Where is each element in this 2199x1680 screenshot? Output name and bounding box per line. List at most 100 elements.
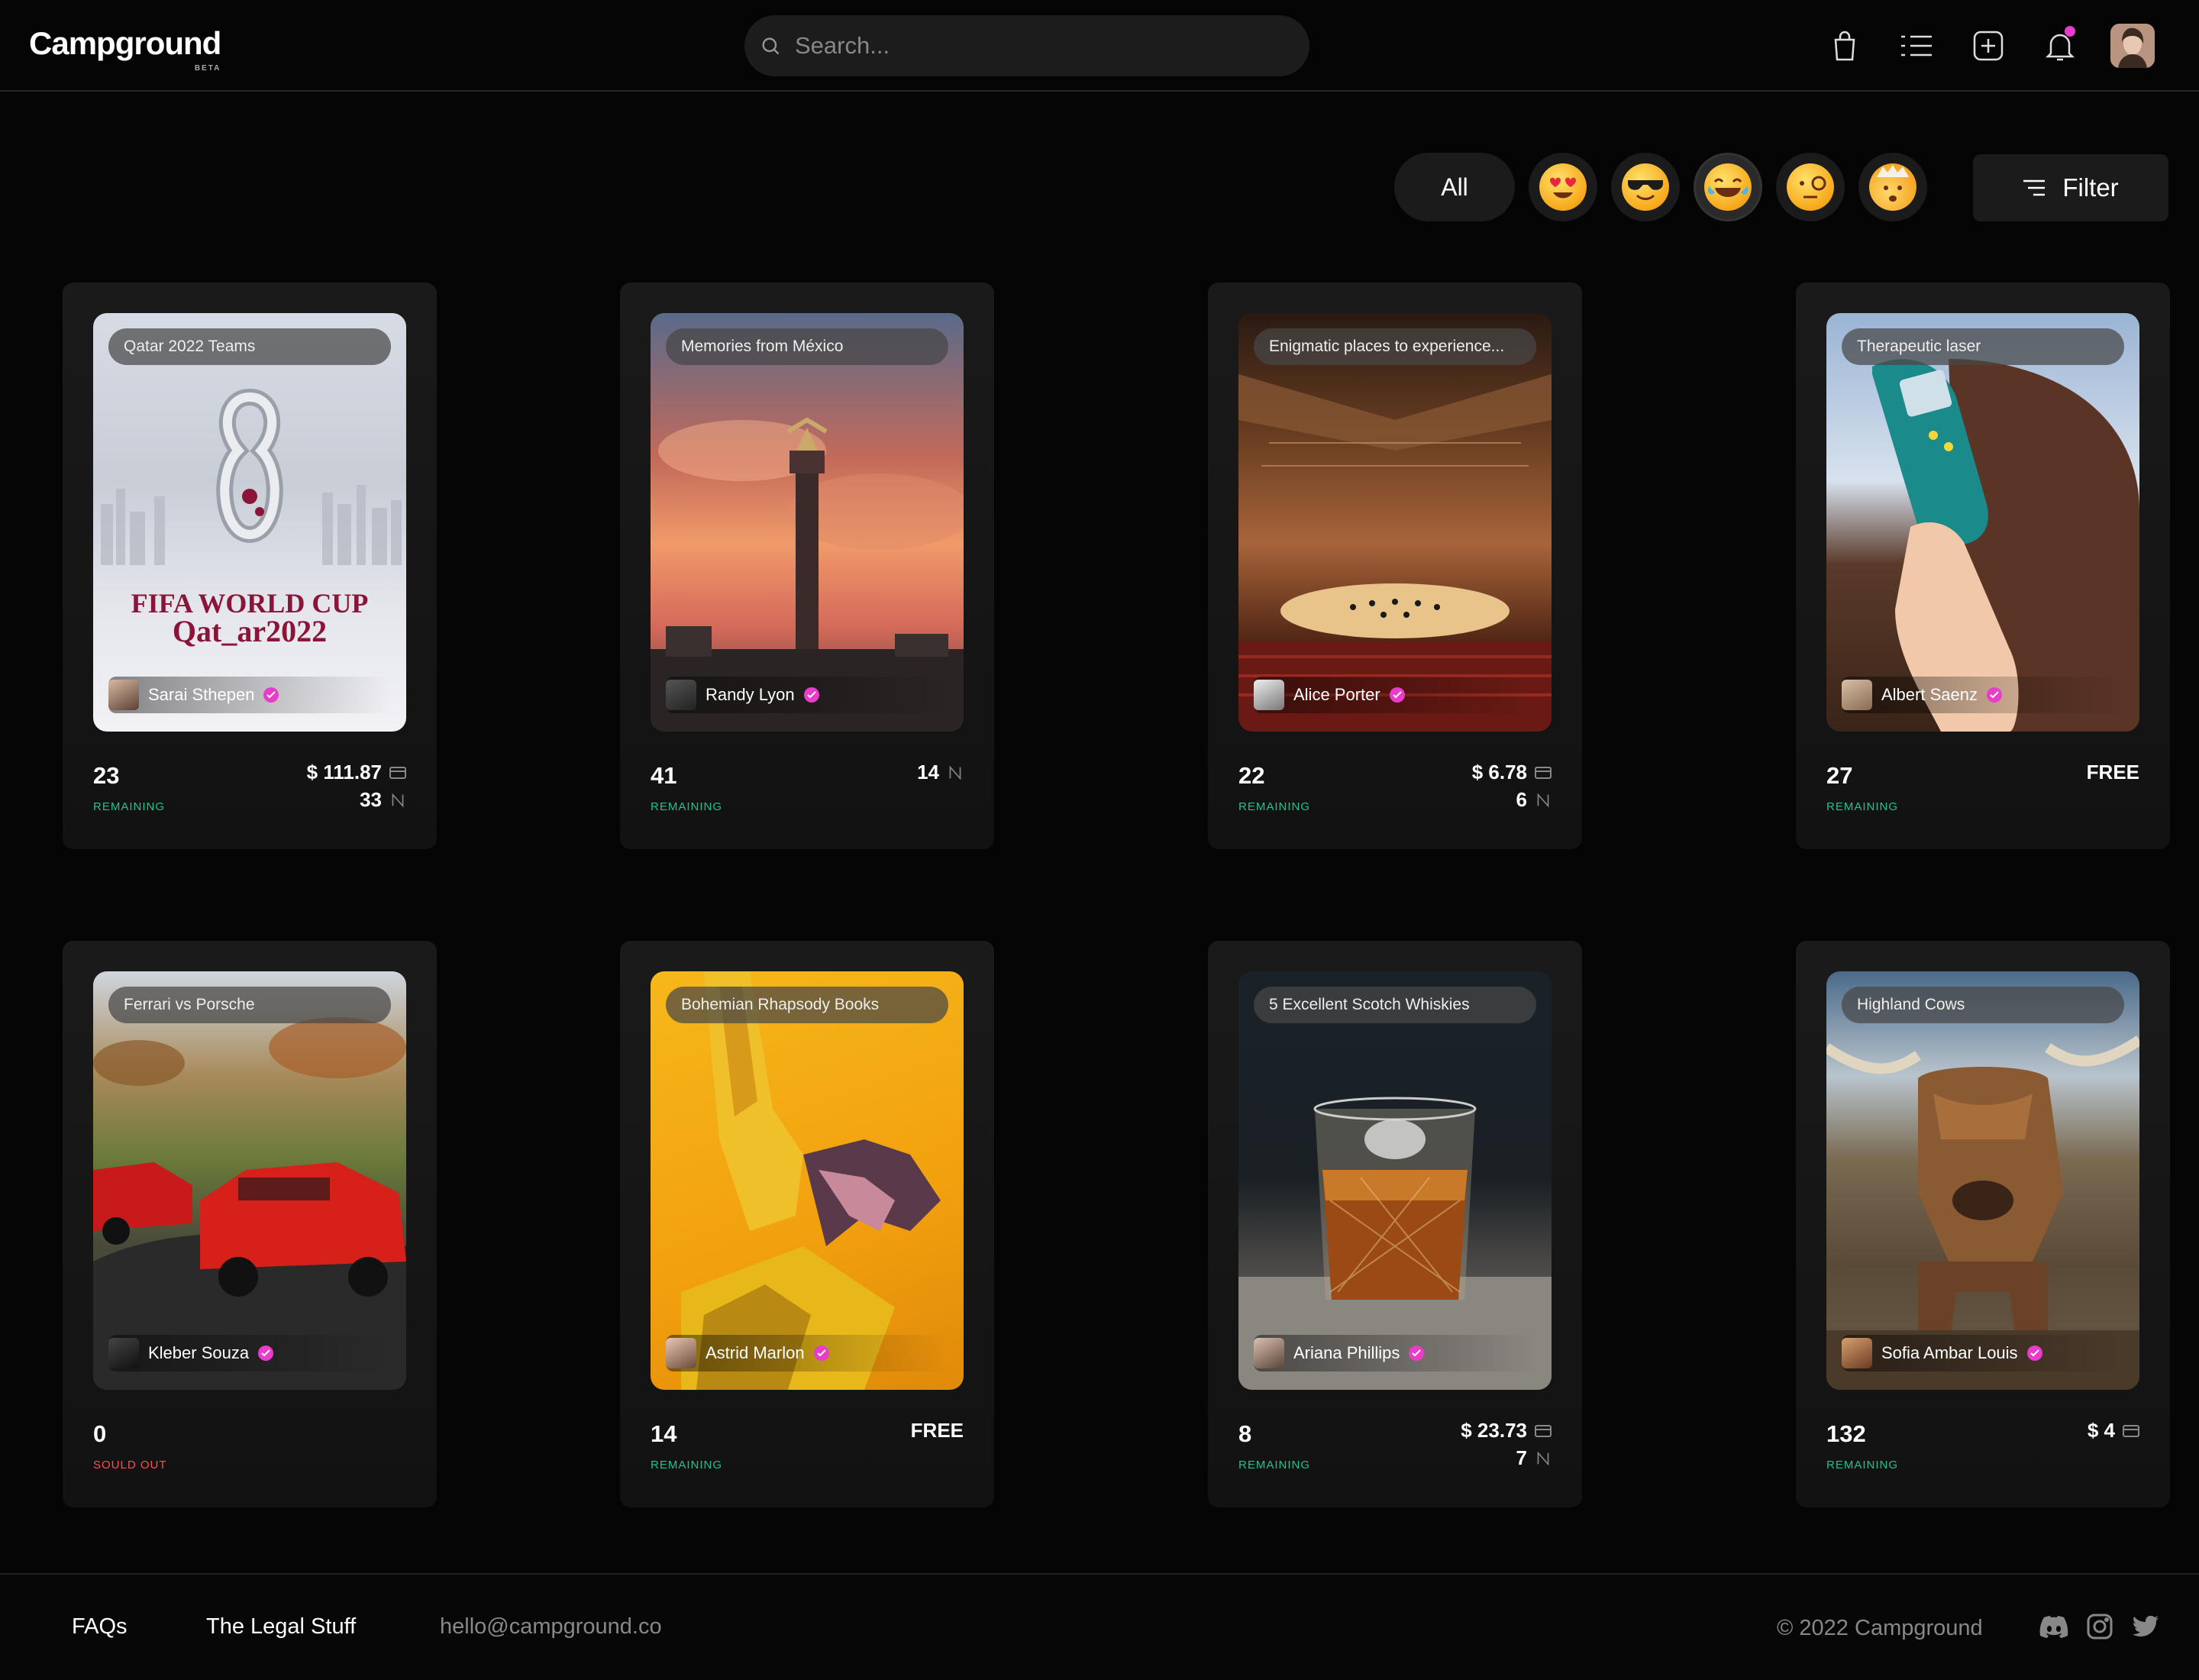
copyright: © 2022 Campground xyxy=(1777,1616,1983,1640)
collection-card[interactable]: Memories from México Randy Lyon 41 REMAI… xyxy=(620,283,994,849)
discord-icon[interactable] xyxy=(2039,1611,2069,1642)
creator-name: Alice Porter xyxy=(1293,685,1380,704)
remaining-label: REMAINING xyxy=(1826,1459,1899,1472)
emoji-filter-tears-of-joy[interactable] xyxy=(1694,153,1762,221)
emoji-filter-exploding-head[interactable] xyxy=(1858,153,1927,221)
collection-card[interactable]: Highland Cows Sofia Ambar Louis 132 REMA… xyxy=(1796,941,2170,1507)
collection-card[interactable]: Enigmatic places to experience... Alice … xyxy=(1208,283,1582,849)
price-value: $ 6.78 xyxy=(1471,761,1527,783)
remaining-label: REMAINING xyxy=(93,800,166,813)
price-value: $ 4 xyxy=(2087,1419,2115,1442)
heart-eyes-emoji-icon xyxy=(1539,163,1587,211)
search-bar[interactable] xyxy=(744,15,1309,76)
creator-avatar xyxy=(1254,680,1284,710)
creator-name: Astrid Marlon xyxy=(706,1343,805,1362)
list-icon[interactable] xyxy=(1897,26,1936,66)
shopping-bag-icon[interactable] xyxy=(1825,26,1865,66)
price: $ 23.73 xyxy=(1461,1419,1552,1443)
logo-text: Campground xyxy=(29,25,221,61)
creator-row[interactable]: Albert Saenz xyxy=(1842,677,2124,713)
card-tag: Memories from México xyxy=(666,328,948,365)
card-payment-icon xyxy=(2123,1424,2139,1437)
collection-card[interactable]: FIFA WORLD CUP Qat_ar2022 Qatar 2022 Tea… xyxy=(63,283,437,849)
price-value: $ 23.73 xyxy=(1461,1419,1527,1442)
card-tag: Bohemian Rhapsody Books xyxy=(666,987,948,1023)
card-tag: Enigmatic places to experience... xyxy=(1254,328,1536,365)
nft-icon xyxy=(949,765,961,780)
free-label: FREE xyxy=(910,1419,964,1442)
creator-row[interactable]: Astrid Marlon xyxy=(666,1335,948,1371)
collection-card[interactable]: Therapeutic laser Albert Saenz 27 REMAIN… xyxy=(1796,283,2170,849)
creator-row[interactable]: Ariana Phillips xyxy=(1254,1335,1536,1371)
nft-icon xyxy=(392,793,404,807)
remaining-count: 0 xyxy=(93,1420,107,1447)
footer-link-faqs[interactable]: FAQs xyxy=(72,1614,128,1640)
emoji-filter-sunglasses[interactable] xyxy=(1611,153,1680,221)
card-image-mexico[interactable]: Memories from México Randy Lyon xyxy=(651,313,964,732)
collection-card[interactable]: Ferrari vs Porsche Kleber Souza 0 SOULD … xyxy=(63,941,437,1507)
collection-card[interactable]: 5 Excellent Scotch Whiskies Ariana Phill… xyxy=(1208,941,1582,1507)
remaining-label: REMAINING xyxy=(1238,800,1311,813)
filter-label: Filter xyxy=(2062,173,2119,202)
footer: FAQs The Legal Stuff hello@campground.co… xyxy=(0,1573,2199,1680)
campground-logo[interactable]: Campground BETA xyxy=(29,25,221,73)
card-image-laser[interactable]: Therapeutic laser Albert Saenz xyxy=(1826,313,2139,732)
nft-count-value: 33 xyxy=(360,788,382,811)
nft-count-value: 6 xyxy=(1516,788,1527,811)
collection-card[interactable]: Bohemian Rhapsody Books Astrid Marlon 14… xyxy=(620,941,994,1507)
remaining-count: 41 xyxy=(651,762,677,789)
remaining-count: 23 xyxy=(93,762,120,789)
user-avatar[interactable] xyxy=(2110,24,2155,68)
creator-row[interactable]: Sarai Sthepen xyxy=(108,677,391,713)
footer-link-legal[interactable]: The Legal Stuff xyxy=(206,1614,356,1640)
exploding-head-emoji-icon xyxy=(1869,163,1916,211)
creator-avatar xyxy=(108,1338,139,1368)
creator-name: Randy Lyon xyxy=(706,685,795,704)
card-payment-icon xyxy=(1535,1424,1552,1437)
remaining-label: REMAINING xyxy=(1238,1459,1311,1472)
instagram-icon[interactable] xyxy=(2084,1611,2115,1642)
price: $ 4 xyxy=(2088,1419,2139,1443)
card-image-whisky[interactable]: 5 Excellent Scotch Whiskies Ariana Phill… xyxy=(1238,971,1552,1390)
filter-all-button[interactable]: All xyxy=(1394,153,1515,221)
footer-link-email[interactable]: hello@campground.co xyxy=(440,1614,662,1640)
sold-out-label: SOULD OUT xyxy=(93,1459,167,1472)
card-tag: Qatar 2022 Teams xyxy=(108,328,391,365)
free-label: FREE xyxy=(2086,761,2139,783)
notification-dot xyxy=(2065,26,2075,37)
card-image-bohemian[interactable]: Bohemian Rhapsody Books Astrid Marlon xyxy=(651,971,964,1390)
beta-badge: BETA xyxy=(194,64,221,73)
card-image-highland-cow[interactable]: Highland Cows Sofia Ambar Louis xyxy=(1826,971,2139,1390)
notification-bell-icon[interactable] xyxy=(2040,26,2080,66)
creator-avatar xyxy=(108,680,139,710)
filter-button[interactable]: Filter xyxy=(1973,154,2168,221)
nft-count: 6 xyxy=(1516,788,1552,812)
creator-avatar xyxy=(666,680,696,710)
remaining-label: REMAINING xyxy=(651,800,723,813)
remaining-count: 27 xyxy=(1826,762,1853,789)
poster-title-line2: Qat_ar2022 xyxy=(173,614,327,648)
card-image-concert-hall[interactable]: Enigmatic places to experience... Alice … xyxy=(1238,313,1552,732)
creator-row[interactable]: Randy Lyon xyxy=(666,677,948,713)
creator-avatar xyxy=(666,1338,696,1368)
emoji-filter-monocle[interactable] xyxy=(1776,153,1845,221)
verified-badge-icon xyxy=(258,1346,274,1361)
card-payment-icon xyxy=(389,766,406,779)
creator-row[interactable]: Kleber Souza xyxy=(108,1335,391,1371)
verified-badge-icon xyxy=(803,687,819,703)
nft-count-value: 7 xyxy=(1516,1446,1527,1469)
remaining-count: 14 xyxy=(651,1420,677,1447)
card-image-qatar[interactable]: FIFA WORLD CUP Qat_ar2022 Qatar 2022 Tea… xyxy=(93,313,406,732)
monocle-emoji-icon xyxy=(1787,163,1834,211)
creator-row[interactable]: Alice Porter xyxy=(1254,677,1536,713)
twitter-icon[interactable] xyxy=(2130,1611,2161,1642)
verified-badge-icon xyxy=(2026,1346,2042,1361)
card-image-ferrari[interactable]: Ferrari vs Porsche Kleber Souza xyxy=(93,971,406,1390)
creator-row[interactable]: Sofia Ambar Louis xyxy=(1842,1335,2124,1371)
emoji-filter-heart-eyes[interactable] xyxy=(1529,153,1597,221)
remaining-label: REMAINING xyxy=(651,1459,723,1472)
search-input[interactable] xyxy=(795,26,1284,66)
tears-of-joy-emoji-icon xyxy=(1704,163,1752,211)
add-post-icon[interactable] xyxy=(1968,26,2008,66)
nft-count: 33 xyxy=(360,788,406,812)
